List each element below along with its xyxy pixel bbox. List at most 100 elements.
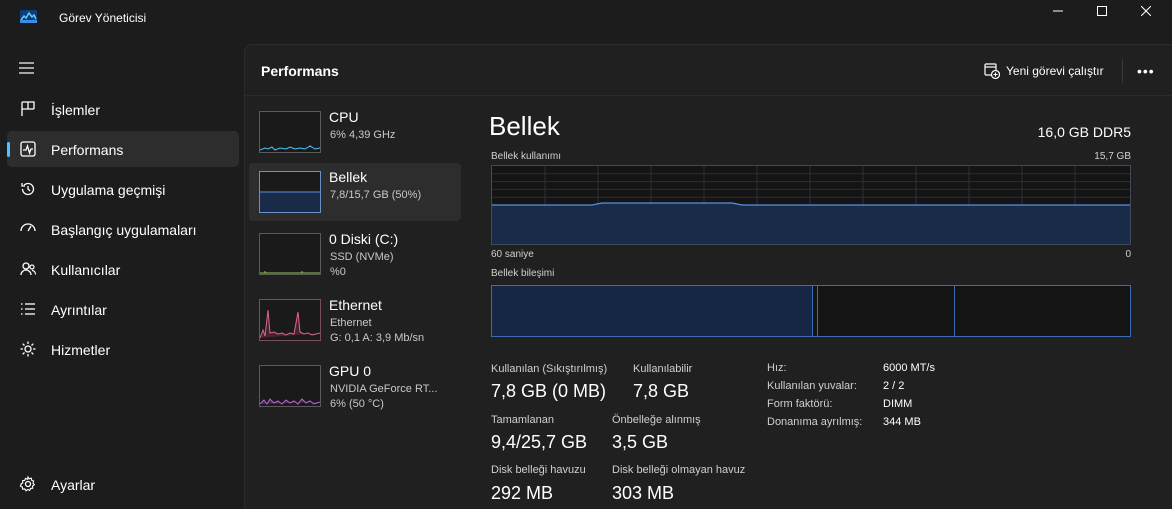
detail-title: Bellek — [489, 111, 560, 141]
gear-icon — [19, 475, 36, 492]
composition-in-use — [492, 286, 813, 336]
hamburger-menu-icon[interactable] — [18, 61, 36, 75]
tile-name: Bellek — [329, 169, 368, 185]
maximize-button[interactable] — [1079, 0, 1125, 22]
tile-sub: NVIDIA GeForce RT... — [330, 383, 438, 395]
sidebar-item-label: Kullanıcılar — [51, 262, 121, 278]
tile-sub2: %0 — [330, 266, 346, 278]
perf-tile-cpu[interactable]: CPU 6% 4,39 GHz — [249, 103, 461, 161]
sidebar-item-users[interactable]: Kullanıcılar — [7, 251, 239, 287]
maximize-icon — [1097, 6, 1107, 16]
spec-value: 2 / 2 — [883, 380, 905, 392]
tile-name: GPU 0 — [329, 363, 372, 379]
memory-usage-line — [492, 202, 1130, 206]
composition-standby — [954, 286, 955, 336]
run-new-task-label: Yeni görevi çalıştır — [1006, 64, 1104, 78]
performance-icon — [20, 141, 36, 157]
sidebar-item-details[interactable]: Ayrıntılar — [7, 291, 239, 327]
spec-key: Hız: — [767, 362, 787, 374]
time-axis-end: 0 — [1125, 249, 1131, 260]
tile-sub: 7,8/15,7 GB (50%) — [330, 189, 422, 201]
users-icon — [20, 262, 37, 276]
perf-tile-disk[interactable]: 0 Diski (C:) SSD (NVMe) %0 — [249, 225, 461, 283]
sidebar-item-processes[interactable]: İşlemler — [7, 91, 239, 127]
sidebar-item-performance[interactable]: Performans — [7, 131, 239, 167]
spec-value: DIMM — [883, 398, 913, 410]
sidebar-item-label: Performans — [51, 142, 124, 158]
history-icon — [21, 182, 35, 196]
perf-tile-ethernet[interactable]: Ethernet Ethernet G: 0,1 A: 3,9 Mb/sn — [249, 291, 461, 349]
disk-thumbnail-graph — [259, 233, 321, 275]
minimize-icon — [1053, 10, 1063, 12]
main-header: Performans Yeni görevi çalıştır ••• — [245, 45, 1172, 96]
tile-sub: SSD (NVMe) — [330, 251, 394, 263]
usage-graph-max: 15,7 GB — [1094, 151, 1131, 162]
add-task-icon — [984, 63, 1000, 79]
more-options-icon[interactable]: ••• — [1137, 63, 1155, 79]
perf-tile-memory[interactable]: Bellek 7,8/15,7 GB (50%) — [249, 163, 461, 221]
spec-key: Kullanılan yuvalar: — [767, 380, 857, 392]
spec-value: 344 MB — [883, 416, 921, 428]
close-button[interactable] — [1123, 0, 1169, 22]
stat-label: Disk belleği olmayan havuz — [612, 464, 746, 476]
stat-value: 9,4/25,7 GB — [491, 432, 588, 452]
memory-thumbnail-graph — [259, 171, 321, 213]
memory-spec: 16,0 GB DDR5 — [1037, 124, 1131, 140]
memory-usage-svg — [492, 166, 1130, 244]
stat-value: 292 MB — [491, 483, 554, 503]
cpu-thumbnail-graph — [259, 111, 321, 153]
startup-icon — [20, 223, 36, 232]
stat-label: Disk belleği havuzu — [491, 464, 586, 476]
window-title: Görev Yöneticisi — [59, 11, 147, 25]
tile-name: 0 Diski (C:) — [329, 231, 399, 247]
gpu-thumbnail-graph — [259, 365, 321, 407]
stat-value: 303 MB — [612, 483, 675, 503]
active-indicator — [7, 142, 10, 157]
tile-sub2: 6% (50 °C) — [330, 398, 384, 410]
main-panel: Performans Yeni görevi çalıştır ••• CPU … — [244, 44, 1172, 509]
memory-usage-area — [492, 203, 1130, 244]
header-divider — [1122, 59, 1123, 83]
stat-label: Kullanılan (Sıkıştırılmış) — [491, 363, 608, 375]
run-new-task-button[interactable]: Yeni görevi çalıştır — [984, 60, 1104, 82]
sidebar-item-settings[interactable]: Ayarlar — [7, 466, 239, 502]
tile-sub2: G: 0,1 A: 3,9 Mb/sn — [330, 332, 425, 344]
perf-tile-gpu[interactable]: GPU 0 NVIDIA GeForce RT... 6% (50 °C) — [249, 357, 461, 415]
sidebar-item-label: İşlemler — [51, 102, 101, 118]
sidebar-item-label: Başlangıç uygulamaları — [51, 222, 197, 238]
time-axis-label: 60 saniye — [491, 249, 534, 260]
memory-usage-graph — [491, 165, 1131, 245]
close-icon — [1141, 6, 1151, 16]
composition-modified — [817, 286, 818, 336]
spec-key: Form faktörü: — [767, 398, 833, 410]
sidebar-item-startup-apps[interactable]: Başlangıç uygulamaları — [7, 211, 239, 247]
sidebar-item-label: Hizmetler — [51, 342, 111, 358]
task-manager-logo-icon — [20, 10, 37, 23]
minimize-button[interactable] — [1035, 0, 1081, 22]
stat-value: 7,8 GB (0 MB) — [491, 381, 607, 401]
usage-graph-label: Bellek kullanımı — [491, 151, 562, 162]
stat-label: Tamamlanan — [491, 414, 554, 426]
title-bar: Görev Yöneticisi — [0, 0, 1172, 36]
sidebar-item-services[interactable]: Hizmetler — [7, 331, 239, 367]
tile-name: CPU — [329, 109, 359, 125]
tile-sub: Ethernet — [330, 317, 372, 329]
settings-label: Ayarlar — [51, 477, 96, 493]
composition-label: Bellek bileşimi — [491, 268, 555, 279]
ethernet-thumbnail-graph — [259, 299, 321, 341]
stat-label: Önbelleğe alınmış — [612, 414, 701, 426]
stat-label: Kullanılabilir — [633, 363, 693, 375]
stat-value: 7,8 GB — [633, 381, 690, 401]
spec-key: Donanıma ayrılmış: — [767, 416, 863, 428]
spec-value: 6000 MT/s — [883, 362, 935, 374]
sidebar-item-app-history[interactable]: Uygulama geçmişi — [7, 171, 239, 207]
tile-sub: 6% 4,39 GHz — [330, 129, 396, 141]
services-icon — [20, 341, 36, 357]
sidebar-item-label: Ayrıntılar — [51, 302, 107, 318]
memory-composition-bar — [491, 285, 1131, 337]
sidebar-item-label: Uygulama geçmişi — [51, 182, 166, 198]
page-title: Performans — [261, 63, 339, 79]
tile-name: Ethernet — [329, 297, 382, 313]
details-icon — [21, 303, 35, 315]
sidebar: İşlemler Performans Uygulama geçmişi Baş… — [0, 36, 244, 508]
